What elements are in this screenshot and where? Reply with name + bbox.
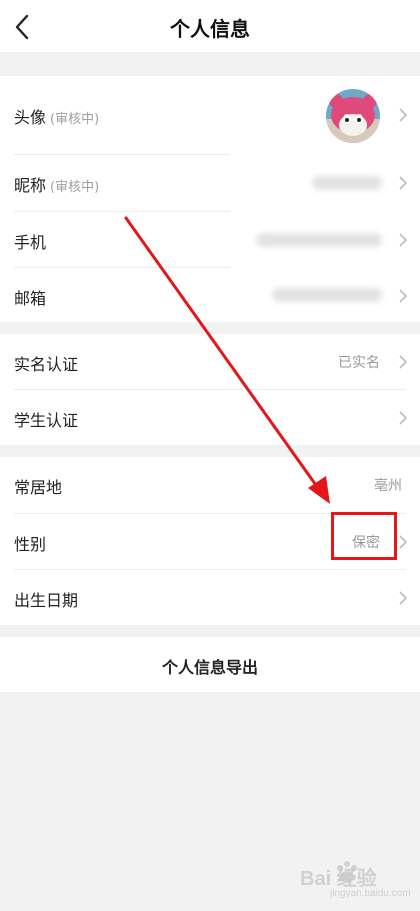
phone-row[interactable]: 手机 <box>0 212 420 268</box>
annotation-highlight-box <box>331 512 397 560</box>
avatar-row[interactable]: 头像 (审核中) <box>0 76 420 154</box>
chevron-right-icon <box>399 289 408 303</box>
nickname-label: 昵称 <box>14 176 47 195</box>
blurred-phone <box>256 233 382 247</box>
avatar-cartoon-icon <box>326 89 380 143</box>
residence-label: 常居地 <box>14 478 63 497</box>
phone-label: 手机 <box>14 233 47 252</box>
watermark-url: jingyan.baidu.com <box>330 888 411 899</box>
student-verification-label: 学生认证 <box>14 411 79 430</box>
student-verification-row[interactable]: 学生认证 <box>0 390 420 445</box>
page-title: 个人信息 <box>170 17 250 41</box>
real-name-label: 实名认证 <box>14 355 79 374</box>
watermark-brand: Bai 经验 <box>300 868 377 890</box>
gender-label: 性别 <box>14 535 47 554</box>
chevron-right-icon <box>399 591 408 605</box>
nickname-review-status: (审核中) <box>50 180 100 195</box>
avatar-review-status: (审核中) <box>50 112 100 127</box>
chevron-right-icon <box>399 176 408 190</box>
blurred-nickname <box>312 176 382 190</box>
email-label: 邮箱 <box>14 289 47 308</box>
real-name-value: 已实名 <box>338 355 380 371</box>
export-label: 个人信息导出 <box>161 658 258 677</box>
email-row[interactable]: 邮箱 <box>0 268 420 322</box>
profile-group: 头像 (审核中) 昵称 (审核中) 手机 邮箱 <box>0 76 420 322</box>
top-bar: 个人信息 <box>0 0 420 52</box>
chevron-right-icon <box>399 233 408 247</box>
real-name-row[interactable]: 实名认证 已实名 <box>0 334 420 389</box>
blurred-email <box>272 288 382 302</box>
export-button[interactable]: 个人信息导出 <box>0 637 420 692</box>
nickname-row[interactable]: 昵称 (审核中) <box>0 155 420 211</box>
chevron-right-icon <box>399 535 408 549</box>
chevron-right-icon <box>399 108 408 122</box>
birthday-label: 出生日期 <box>14 591 79 610</box>
chevron-right-icon <box>399 411 408 425</box>
residence-value: 亳州 <box>374 478 402 494</box>
avatar-label: 头像 <box>14 108 47 127</box>
avatar[interactable] <box>326 89 380 143</box>
residence-row[interactable]: 常居地 亳州 <box>0 457 420 513</box>
chevron-right-icon <box>399 355 408 369</box>
birthday-row[interactable]: 出生日期 <box>0 570 420 625</box>
verification-group: 实名认证 已实名 学生认证 <box>0 334 420 445</box>
